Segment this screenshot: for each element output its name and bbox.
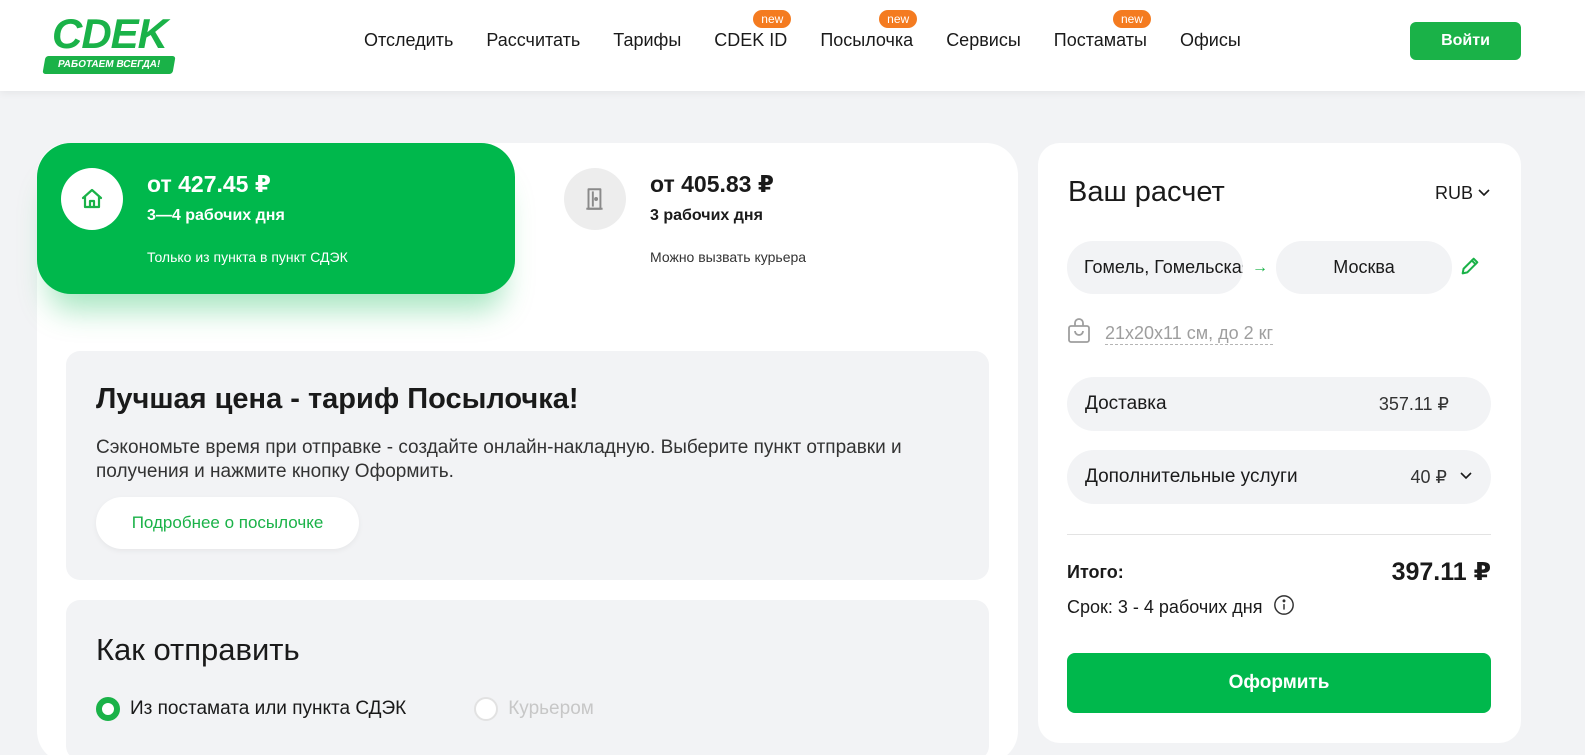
chevron-down-icon — [1477, 183, 1491, 204]
nav-label: Тарифы — [613, 30, 682, 50]
how-to-send-title: Как отправить — [96, 632, 300, 667]
term-row: Срок: 3 - 4 рабочих дня — [1067, 594, 1295, 621]
total-label: Итого: — [1067, 562, 1124, 582]
main-nav: Отследить Рассчитать Тарифы CDEK ID new П… — [364, 10, 1241, 51]
pencil-icon[interactable] — [1459, 255, 1481, 282]
extra-services-row[interactable]: Дополнительные услуги 40 ₽ — [1067, 450, 1491, 504]
parcel-size-row[interactable]: 21x20x11 см, до 2 кг — [1067, 318, 1274, 349]
tariff-days: 3 рабочих дня — [650, 207, 763, 224]
route-from-field[interactable]: Гомель, Гомельская — [1067, 241, 1243, 294]
tariff-note: Можно вызвать курьера — [650, 249, 807, 265]
arrow-right-icon: → — [1252, 259, 1268, 276]
nav-label: Постаматы — [1053, 30, 1147, 50]
tariff-note: Только из пункта в пункт СДЭК — [147, 249, 348, 265]
calc-panel: Ваш расчет RUB Гомель, Гомельская → Моск… — [1038, 143, 1521, 743]
nav-item-services[interactable]: Сервисы — [946, 30, 1021, 51]
nav-item-calculate[interactable]: Рассчитать — [486, 30, 580, 51]
tariff-card-courier[interactable]: от 405.83 ₽ 3 рабочих дня Можно вызвать … — [540, 143, 1018, 294]
nav-item-offices[interactable]: Офисы — [1180, 30, 1241, 51]
logo-wordmark: CDEK — [52, 10, 168, 57]
promo-text: Сэкономьте время при отправке - создайте… — [96, 437, 902, 482]
nav-label: Рассчитать — [486, 30, 581, 50]
radio-label[interactable]: Курьером — [508, 698, 594, 720]
promo-card: Лучшая цена - тариф Посылочка! Сэкономьт… — [66, 351, 989, 580]
login-button[interactable]: Войти — [1410, 22, 1521, 60]
term-value: Срок: 3 - 4 рабочих дня — [1067, 597, 1263, 617]
chevron-down-icon — [1459, 466, 1473, 488]
radio-pickup-point[interactable] — [96, 697, 120, 721]
submit-order-button[interactable]: Оформить — [1067, 653, 1491, 713]
radio-courier[interactable] — [474, 697, 499, 721]
promo-title: Лучшая цена - тариф Посылочка! — [96, 383, 579, 415]
door-icon — [564, 168, 626, 230]
delivery-value: 357.11 ₽ — [1378, 393, 1449, 414]
route-from-value: Гомель, Гомельская — [1084, 257, 1243, 277]
nav-item-cdek-id[interactable]: CDEK ID new — [714, 10, 792, 51]
nav-item-track[interactable]: Отследить — [364, 30, 453, 51]
info-icon[interactable] — [1273, 594, 1295, 621]
nav-label: CDEK ID — [714, 30, 788, 50]
currency-value: RUB — [1434, 183, 1473, 203]
total-value: 397.11 ₽ — [1391, 558, 1491, 586]
extra-services-label: Дополнительные услуги — [1085, 466, 1298, 487]
currency-select[interactable]: RUB — [1435, 183, 1491, 204]
nav-item-posylochka[interactable]: Посылочка new — [820, 10, 918, 51]
extra-services-value: 40 ₽ — [1410, 466, 1447, 487]
tariff-days: 3—4 рабочих дня — [147, 207, 285, 224]
new-badge: new — [753, 10, 792, 28]
tariff-price: от 405.83 ₽ — [650, 171, 774, 197]
nav-label: Офисы — [1179, 30, 1241, 50]
delivery-cost-row: Доставка 357.11 ₽ — [1067, 377, 1491, 431]
divider — [1067, 534, 1491, 535]
more-about-posylochka-button[interactable]: Подробнее о посылочке — [96, 497, 359, 549]
parcel-size-value: 21x20x11 см, до 2 кг — [1105, 323, 1274, 345]
tariff-price: от 427.45 ₽ — [147, 171, 271, 197]
cdek-logo[interactable]: CDEK РАБОТАЕМ ВСЕГДА! — [42, 10, 186, 76]
nav-item-postamats[interactable]: Постаматы new — [1053, 10, 1151, 51]
route-to-value: Москва — [1333, 257, 1395, 277]
nav-label: Отследить — [364, 30, 454, 50]
new-badge: new — [879, 10, 918, 28]
tariff-card-pickup[interactable]: от 427.45 ₽ 3—4 рабочих дня Только из пу… — [37, 143, 515, 294]
nav-label: Сервисы — [946, 30, 1021, 50]
nav-label: Посылочка — [820, 30, 914, 50]
calc-title: Ваш расчет — [1068, 176, 1225, 208]
new-badge: new — [1112, 10, 1151, 28]
logo-tagline: РАБОТАЕМ ВСЕГДА! — [42, 56, 176, 74]
radio-label[interactable]: Из постамата или пункта СДЭК — [130, 698, 406, 720]
send-method-options: Из постамата или пункта СДЭК Курьером — [96, 697, 594, 721]
route-to-field[interactable]: Москва — [1276, 241, 1452, 294]
site-header: CDEK РАБОТАЕМ ВСЕГДА! Отследить Рассчита… — [0, 0, 1585, 91]
home-icon — [61, 168, 123, 230]
how-to-send-card: Как отправить Из постамата или пункта СД… — [66, 600, 989, 755]
bag-icon — [1067, 318, 1091, 349]
nav-item-tariffs[interactable]: Тарифы — [613, 30, 681, 51]
delivery-label: Доставка — [1085, 393, 1167, 414]
